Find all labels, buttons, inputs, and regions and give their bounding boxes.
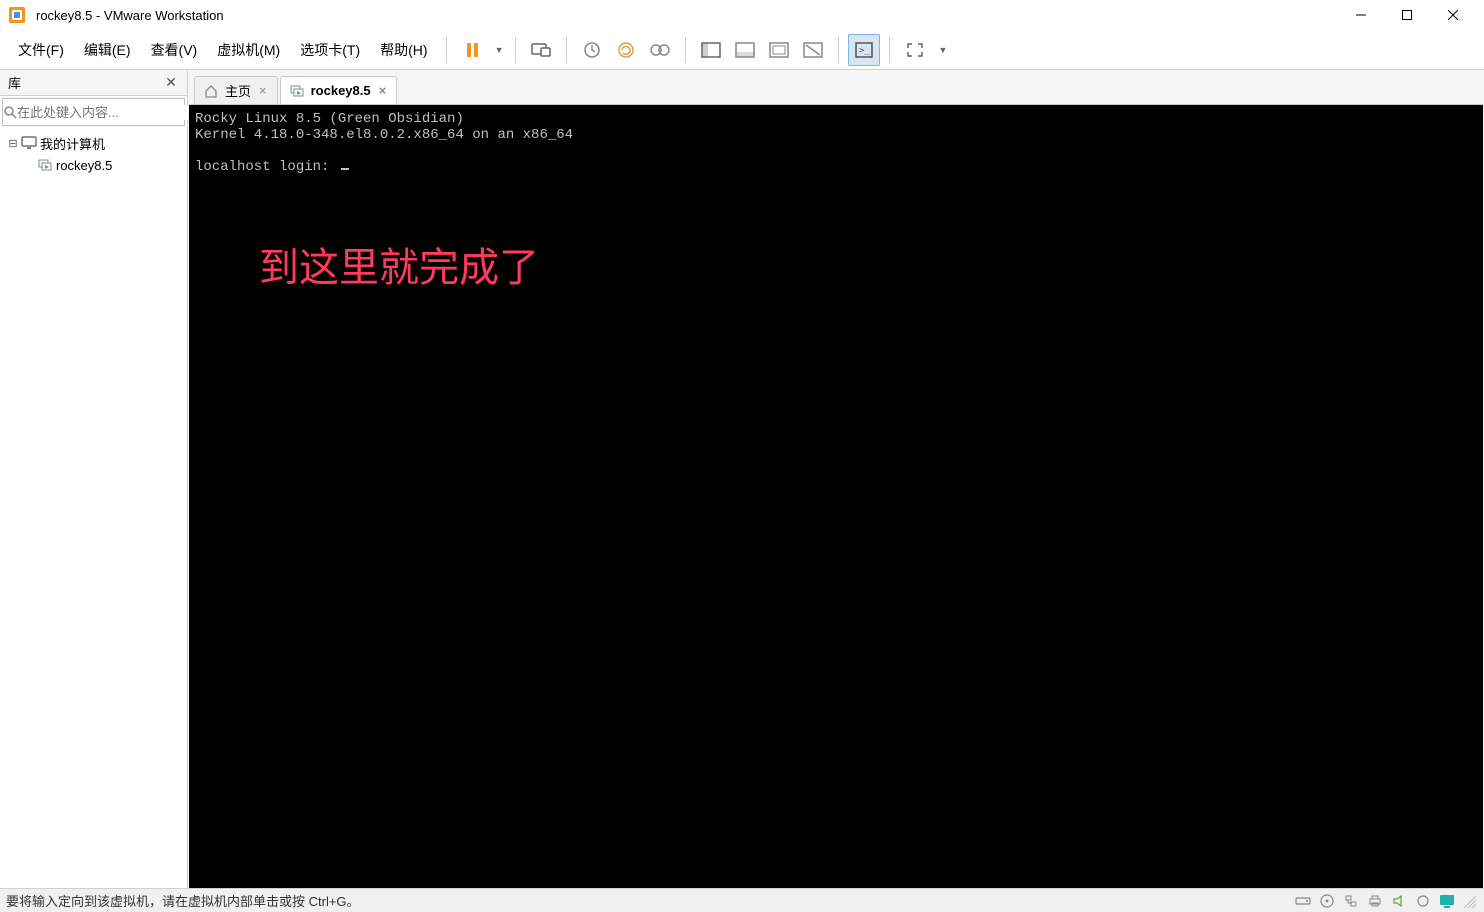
text-cursor (341, 168, 349, 170)
fullscreen-button[interactable] (899, 34, 931, 66)
library-search-input[interactable] (17, 105, 193, 120)
tree-collapse-icon[interactable]: ⊟ (6, 137, 20, 150)
library-header: 库 ✕ (0, 70, 187, 96)
console-line: localhost login: (195, 159, 338, 175)
tab-close-icon[interactable]: × (257, 83, 269, 98)
tab-vm[interactable]: rockey8.5 × (280, 76, 398, 104)
snapshot-revert-button[interactable] (610, 34, 642, 66)
window-title: rockey8.5 - VMware Workstation (36, 8, 1338, 23)
window-controls (1338, 0, 1476, 30)
tab-label: rockey8.5 (311, 83, 371, 98)
menu-edit[interactable]: 编辑(E) (74, 34, 141, 66)
console-line: Rocky Linux 8.5 (Green Obsidian) (195, 111, 464, 127)
library-search[interactable]: ▼ (2, 98, 185, 126)
menus: 文件(F) 编辑(E) 查看(V) 虚拟机(M) 选项卡(T) 帮助(H) (0, 34, 438, 66)
annotation-overlay: 到这里就完成了 (259, 245, 539, 291)
status-tray (1294, 892, 1456, 910)
console-line: Kernel 4.18.0-348.el8.0.2.x86_64 on an x… (195, 127, 573, 143)
tab-home[interactable]: 主页 × (194, 76, 278, 104)
monitor-icon (20, 136, 38, 150)
power-dropdown[interactable]: ▼ (491, 41, 508, 59)
send-ctrl-alt-del-button[interactable] (525, 34, 557, 66)
tab-close-icon[interactable]: × (377, 83, 389, 98)
tab-bar: 主页 × rockey8.5 × (188, 70, 1484, 104)
separator (889, 37, 890, 63)
separator (566, 37, 567, 63)
library-panel: 库 ✕ ▼ ⊟ 我的计算机 rockey8.5 (0, 70, 188, 888)
separator (838, 37, 839, 63)
svg-text:>_: >_ (859, 46, 870, 56)
minimize-button[interactable] (1338, 0, 1384, 30)
maximize-button[interactable] (1384, 0, 1430, 30)
library-tree: ⊟ 我的计算机 rockey8.5 (0, 128, 187, 888)
menu-help[interactable]: 帮助(H) (370, 34, 437, 66)
content-area: 库 ✕ ▼ ⊟ 我的计算机 rockey8.5 (0, 70, 1484, 888)
app-icon (8, 6, 26, 24)
console-container: Rocky Linux 8.5 (Green Obsidian) Kernel … (189, 104, 1483, 888)
usb-icon[interactable] (1414, 892, 1432, 910)
snapshot-button[interactable] (576, 34, 608, 66)
menu-view[interactable]: 查看(V) (141, 34, 208, 66)
pause-button[interactable] (456, 34, 488, 66)
menu-vm[interactable]: 虚拟机(M) (207, 34, 290, 66)
separator (685, 37, 686, 63)
exclusive-mode-button[interactable] (797, 34, 829, 66)
fullscreen-dropdown[interactable]: ▼ (934, 41, 951, 59)
network-icon[interactable] (1342, 892, 1360, 910)
sound-icon[interactable] (1390, 892, 1408, 910)
tree-my-computer[interactable]: ⊟ 我的计算机 (2, 132, 185, 154)
tab-label: 主页 (225, 81, 251, 100)
display-tray-icon[interactable] (1438, 892, 1456, 910)
show-library-button[interactable] (695, 34, 727, 66)
vm-running-icon (289, 83, 305, 99)
vm-icon (36, 158, 54, 172)
hdd-icon[interactable] (1294, 892, 1312, 910)
printer-icon[interactable] (1366, 892, 1384, 910)
cd-icon[interactable] (1318, 892, 1336, 910)
tree-label: rockey8.5 (54, 158, 112, 173)
close-button[interactable] (1430, 0, 1476, 30)
status-bar: 要将输入定向到该虚拟机，请在虚拟机内部单击或按 Ctrl+G。 (0, 888, 1484, 912)
tree-label: 我的计算机 (38, 134, 105, 153)
main-panel: 主页 × rockey8.5 × Rocky Linux 8.5 (Green … (188, 70, 1484, 888)
vm-console[interactable]: Rocky Linux 8.5 (Green Obsidian) Kernel … (189, 105, 1483, 888)
search-icon (3, 105, 17, 119)
separator (515, 37, 516, 63)
library-close-button[interactable]: ✕ (163, 75, 179, 91)
menu-bar: 文件(F) 编辑(E) 查看(V) 虚拟机(M) 选项卡(T) 帮助(H) ▼ … (0, 30, 1484, 70)
thumbnail-bar-button[interactable] (729, 34, 761, 66)
status-text: 要将输入定向到该虚拟机，请在虚拟机内部单击或按 Ctrl+G。 (6, 891, 1294, 910)
tree-vm-rockey[interactable]: rockey8.5 (2, 154, 185, 176)
snapshot-manager-button[interactable] (644, 34, 676, 66)
menu-tabs[interactable]: 选项卡(T) (290, 34, 370, 66)
separator (446, 37, 447, 63)
library-title: 库 (8, 73, 163, 92)
fullscreen-console-button[interactable]: >_ (848, 34, 880, 66)
title-bar: rockey8.5 - VMware Workstation (0, 0, 1484, 30)
resize-grip[interactable] (1460, 892, 1478, 910)
console-view-button[interactable] (763, 34, 795, 66)
home-icon (203, 83, 219, 99)
menu-file[interactable]: 文件(F) (8, 34, 74, 66)
